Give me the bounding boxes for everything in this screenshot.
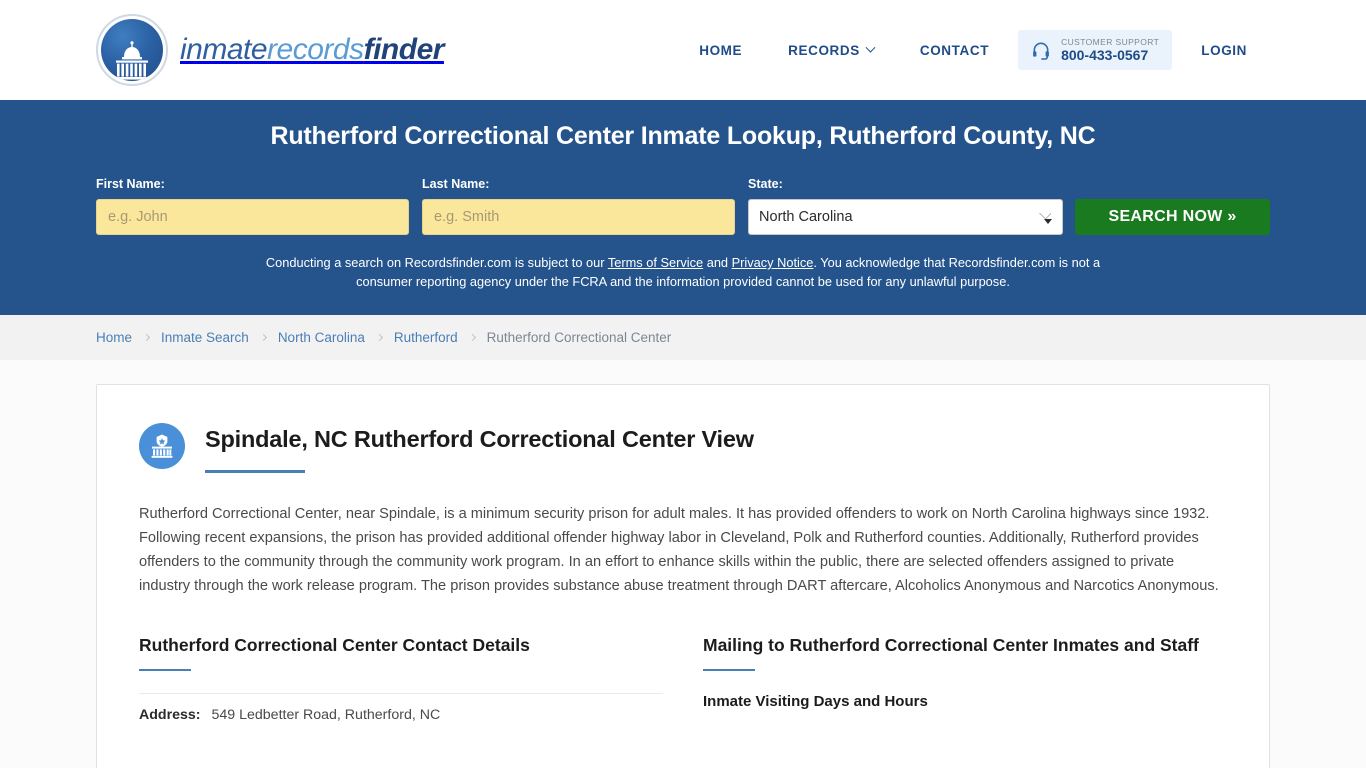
logo-text-part3: finder	[363, 33, 445, 66]
main-navigation: HOME RECORDS CONTACT CUSTOMER SUPPORT 80…	[676, 29, 1270, 71]
logo-wordmark: inmaterecordsfinder	[180, 33, 444, 67]
title-underline	[205, 470, 305, 474]
customer-support-box[interactable]: CUSTOMER SUPPORT 800-433-0567	[1018, 29, 1173, 71]
detail-columns: Rutherford Correctional Center Contact D…	[139, 633, 1227, 724]
breadcrumb: Home Inmate Search North Carolina Ruther…	[96, 330, 671, 345]
terms-of-service-link[interactable]: Terms of Service	[608, 255, 703, 270]
site-logo[interactable]: inmaterecordsfinder	[96, 14, 444, 86]
page-title-row: Spindale, NC Rutherford Correctional Cen…	[139, 421, 1227, 474]
mailing-column: Mailing to Rutherford Correctional Cente…	[703, 633, 1227, 724]
facility-description: Rutherford Correctional Center, near Spi…	[139, 506, 1219, 594]
page-title: Spindale, NC Rutherford Correctional Cen…	[205, 426, 754, 453]
breadcrumb-item-inmate-search[interactable]: Inmate Search	[161, 330, 249, 345]
logo-text-part2: records	[267, 33, 364, 66]
nav-records[interactable]: RECORDS	[765, 42, 897, 58]
logo-text-part1: inmate	[180, 33, 268, 66]
inmate-search-form: First Name: Last Name: State: North Caro…	[96, 177, 1271, 235]
courthouse-badge-icon	[139, 423, 185, 470]
mailing-heading: Mailing to Rutherford Correctional Cente…	[703, 634, 1199, 655]
breadcrumb-item-rutherford[interactable]: Rutherford	[394, 330, 458, 345]
chevron-down-icon	[865, 42, 876, 53]
nav-records-label: RECORDS	[788, 42, 860, 58]
contact-details-column: Rutherford Correctional Center Contact D…	[139, 633, 663, 723]
state-label: State:	[748, 177, 783, 191]
privacy-notice-link[interactable]: Privacy Notice	[732, 255, 814, 270]
first-name-field-group: First Name:	[96, 177, 410, 235]
visiting-hours-subheading: Inmate Visiting Days and Hours	[703, 693, 928, 711]
disclaimer-text-2: and	[703, 255, 732, 270]
last-name-label: Last Name:	[422, 177, 490, 191]
breadcrumb-item-current: Rutherford Correctional Center	[486, 330, 672, 346]
nav-contact[interactable]: CONTACT	[897, 43, 1012, 58]
capitol-dome-icon	[96, 14, 168, 86]
chevron-right-icon	[142, 334, 151, 342]
disclaimer-text-1: Conducting a search on Recordsfinder.com…	[265, 255, 608, 270]
nav-contact-label: CONTACT	[919, 42, 990, 58]
search-disclaimer: Conducting a search on Recordsfinder.com…	[263, 254, 1103, 291]
breadcrumb-item-home[interactable]: Home	[96, 330, 132, 345]
chevron-right-icon	[375, 334, 383, 342]
site-header: inmaterecordsfinder HOME RECORDS CONTACT	[0, 0, 1366, 100]
detail-value-address: 549 Ledbetter Road, Rutherford, NC	[211, 707, 441, 724]
detail-key-address: Address:	[139, 707, 201, 724]
support-phone[interactable]: 800-433-0567	[1061, 47, 1159, 63]
nav-home[interactable]: HOME	[676, 43, 765, 58]
last-name-field-group: Last Name:	[422, 177, 736, 235]
headset-icon	[1031, 40, 1051, 60]
state-field-group: State: North Carolina	[748, 177, 1064, 235]
first-name-input[interactable]	[96, 199, 410, 235]
breadcrumb-item-north-carolina[interactable]: North Carolina	[278, 330, 365, 345]
contact-heading-underline	[139, 669, 191, 672]
breadcrumb-bar: Home Inmate Search North Carolina Ruther…	[0, 315, 1366, 361]
search-now-button[interactable]: SEARCH NOW »	[1075, 199, 1271, 235]
hero-search-banner: Rutherford Correctional Center Inmate Lo…	[0, 100, 1366, 316]
state-select[interactable]: North Carolina	[748, 199, 1064, 235]
last-name-input[interactable]	[422, 199, 736, 235]
search-button-group: SEARCH NOW »	[1075, 199, 1271, 235]
nav-login-label: LOGIN	[1201, 42, 1247, 58]
page-body: Spindale, NC Rutherford Correctional Cen…	[0, 360, 1366, 768]
nav-login[interactable]: LOGIN	[1178, 43, 1270, 58]
detail-row-address: Address: 549 Ledbetter Road, Rutherford,…	[139, 694, 663, 723]
first-name-label: First Name:	[96, 177, 165, 191]
chevron-right-icon	[468, 334, 476, 342]
hero-title: Rutherford Correctional Center Inmate Lo…	[270, 122, 1096, 150]
support-label: CUSTOMER SUPPORT	[1061, 36, 1160, 47]
facility-detail-card: Spindale, NC Rutherford Correctional Cen…	[96, 384, 1270, 768]
nav-home-label: HOME	[699, 42, 743, 58]
contact-details-heading: Rutherford Correctional Center Contact D…	[139, 634, 530, 655]
chevron-right-icon	[259, 334, 267, 342]
